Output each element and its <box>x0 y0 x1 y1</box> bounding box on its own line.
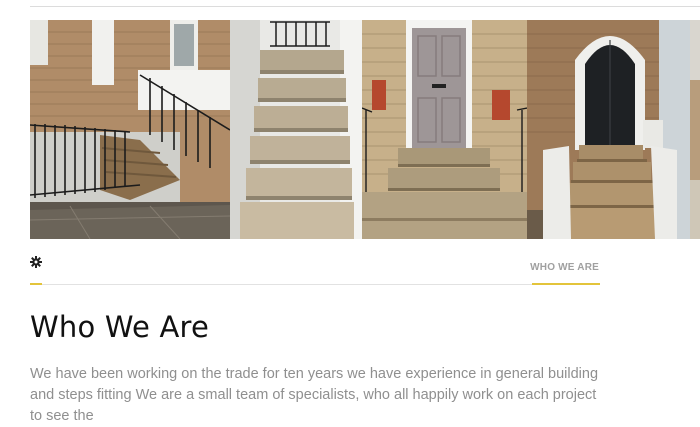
gallery-photo-1[interactable] <box>30 20 230 239</box>
gallery-photo-5[interactable] <box>690 20 700 239</box>
gallery-photo-4[interactable] <box>527 20 690 239</box>
gear-underline <box>30 283 42 285</box>
house-steps-photo-icon <box>30 20 230 239</box>
section-body-text: We have been working on the trade for te… <box>30 366 599 424</box>
gallery-photo-3[interactable] <box>362 20 527 239</box>
front-door-steps-photo-icon <box>362 20 527 239</box>
stone-stairs-photo-icon <box>230 20 362 239</box>
partial-photo-icon <box>690 20 700 239</box>
section-tab-bar: WHO WE ARE <box>30 250 600 285</box>
gallery-photo-2[interactable] <box>230 20 362 239</box>
active-tab-indicator <box>532 283 600 285</box>
tab-label: WHO WE ARE <box>530 262 599 273</box>
top-divider <box>30 6 700 7</box>
gear-icon[interactable] <box>30 256 42 268</box>
tab-who-we-are[interactable]: WHO WE ARE <box>530 250 600 285</box>
arched-door-steps-photo-icon <box>527 20 690 239</box>
photo-gallery <box>30 20 700 239</box>
section-heading: Who We Are <box>30 310 210 344</box>
